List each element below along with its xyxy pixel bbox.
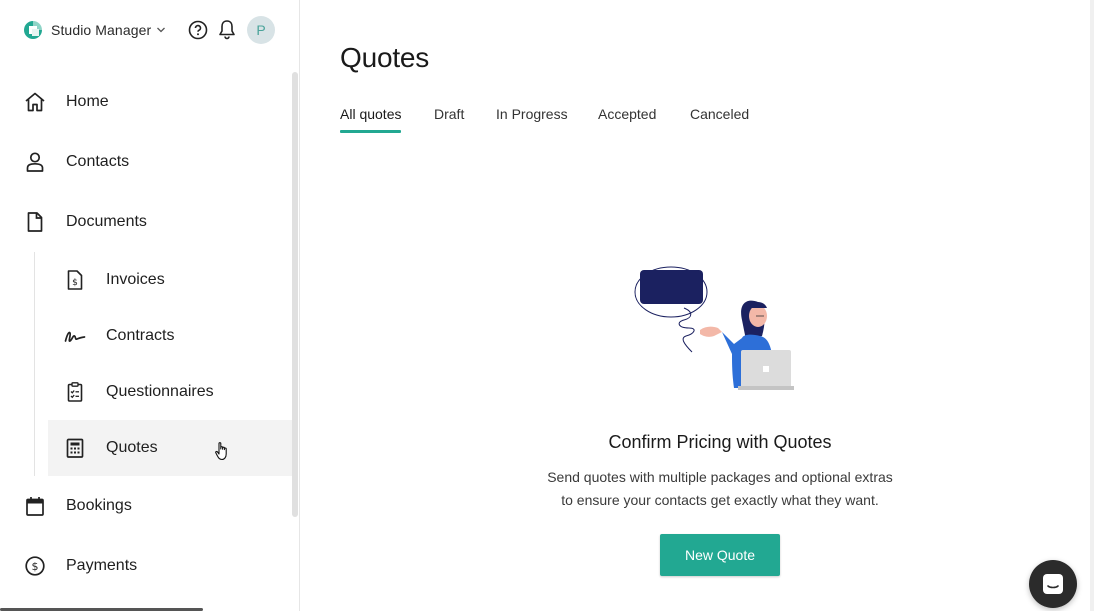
empty-state-illustration (634, 266, 794, 390)
invoice-icon: $ (67, 270, 83, 290)
tab-canceled[interactable]: Canceled (690, 106, 749, 134)
signature-icon (64, 331, 86, 342)
workspace-name[interactable]: Studio Manager (51, 22, 151, 38)
sidebar-item-label: Contacts (66, 153, 130, 170)
bell-icon[interactable] (217, 19, 237, 41)
tab-all-quotes[interactable]: All quotes (340, 106, 402, 134)
sidebar-item-label: Documents (66, 213, 147, 230)
sidebar-item-invoices[interactable]: $ Invoices (0, 252, 292, 308)
sidebar-item-label: Bookings (66, 497, 132, 514)
home-icon (25, 92, 45, 112)
sidebar-item-documents[interactable]: Documents (0, 194, 292, 250)
sidebar-item-quotes[interactable]: Quotes (48, 420, 292, 476)
chevron-down-icon[interactable] (156, 25, 166, 35)
chat-support-button[interactable] (1029, 560, 1077, 608)
dollar-icon: $ (25, 556, 45, 576)
calculator-icon (66, 438, 84, 458)
help-icon[interactable] (188, 20, 208, 40)
sidebar-item-bookings[interactable]: Bookings (0, 478, 292, 534)
main-content: Quotes All quotes Draft In Progress Acce… (300, 0, 1094, 611)
tab-accepted[interactable]: Accepted (598, 106, 656, 134)
empty-state-title: Confirm Pricing with Quotes (608, 432, 832, 452)
hand-cursor-icon (215, 442, 227, 461)
sidebar-item-payments[interactable]: $ Payments (0, 538, 292, 594)
sidebar-item-label: Invoices (106, 271, 165, 288)
svg-text:$: $ (32, 560, 39, 573)
page-title: Quotes (340, 42, 430, 73)
sidebar: Studio Manager P Home Contacts Documents… (0, 0, 300, 611)
sidebar-item-contacts[interactable]: Contacts (0, 134, 292, 190)
avatar[interactable]: P (247, 16, 275, 44)
user-icon (26, 152, 44, 172)
sidebar-header: Studio Manager P (0, 0, 300, 62)
sidebar-item-contracts[interactable]: Contracts (0, 308, 292, 364)
sidebar-item-label: Home (66, 93, 109, 110)
app-logo-icon (24, 21, 42, 39)
sidebar-item-home[interactable]: Home (0, 74, 292, 130)
svg-text:$: $ (72, 278, 78, 288)
page-scrollbar[interactable] (1090, 0, 1094, 611)
clipboard-icon (67, 382, 83, 402)
sidebar-scrollbar[interactable] (292, 72, 298, 517)
sidebar-item-label: Payments (66, 557, 138, 574)
sidebar-item-label: Contracts (106, 327, 175, 344)
tab-draft[interactable]: Draft (434, 106, 464, 134)
sidebar-item-questionnaires[interactable]: Questionnaires (0, 364, 292, 420)
chat-icon (1043, 574, 1063, 594)
sidebar-item-label: Quotes (106, 439, 158, 456)
sidebar-item-label: Questionnaires (106, 383, 214, 400)
document-icon (27, 212, 43, 232)
new-quote-button[interactable]: New Quote (660, 534, 780, 576)
calendar-icon (26, 497, 44, 516)
empty-state-description: Send quotes with multiple packages and o… (547, 469, 893, 508)
tab-in-progress[interactable]: In Progress (496, 106, 568, 134)
